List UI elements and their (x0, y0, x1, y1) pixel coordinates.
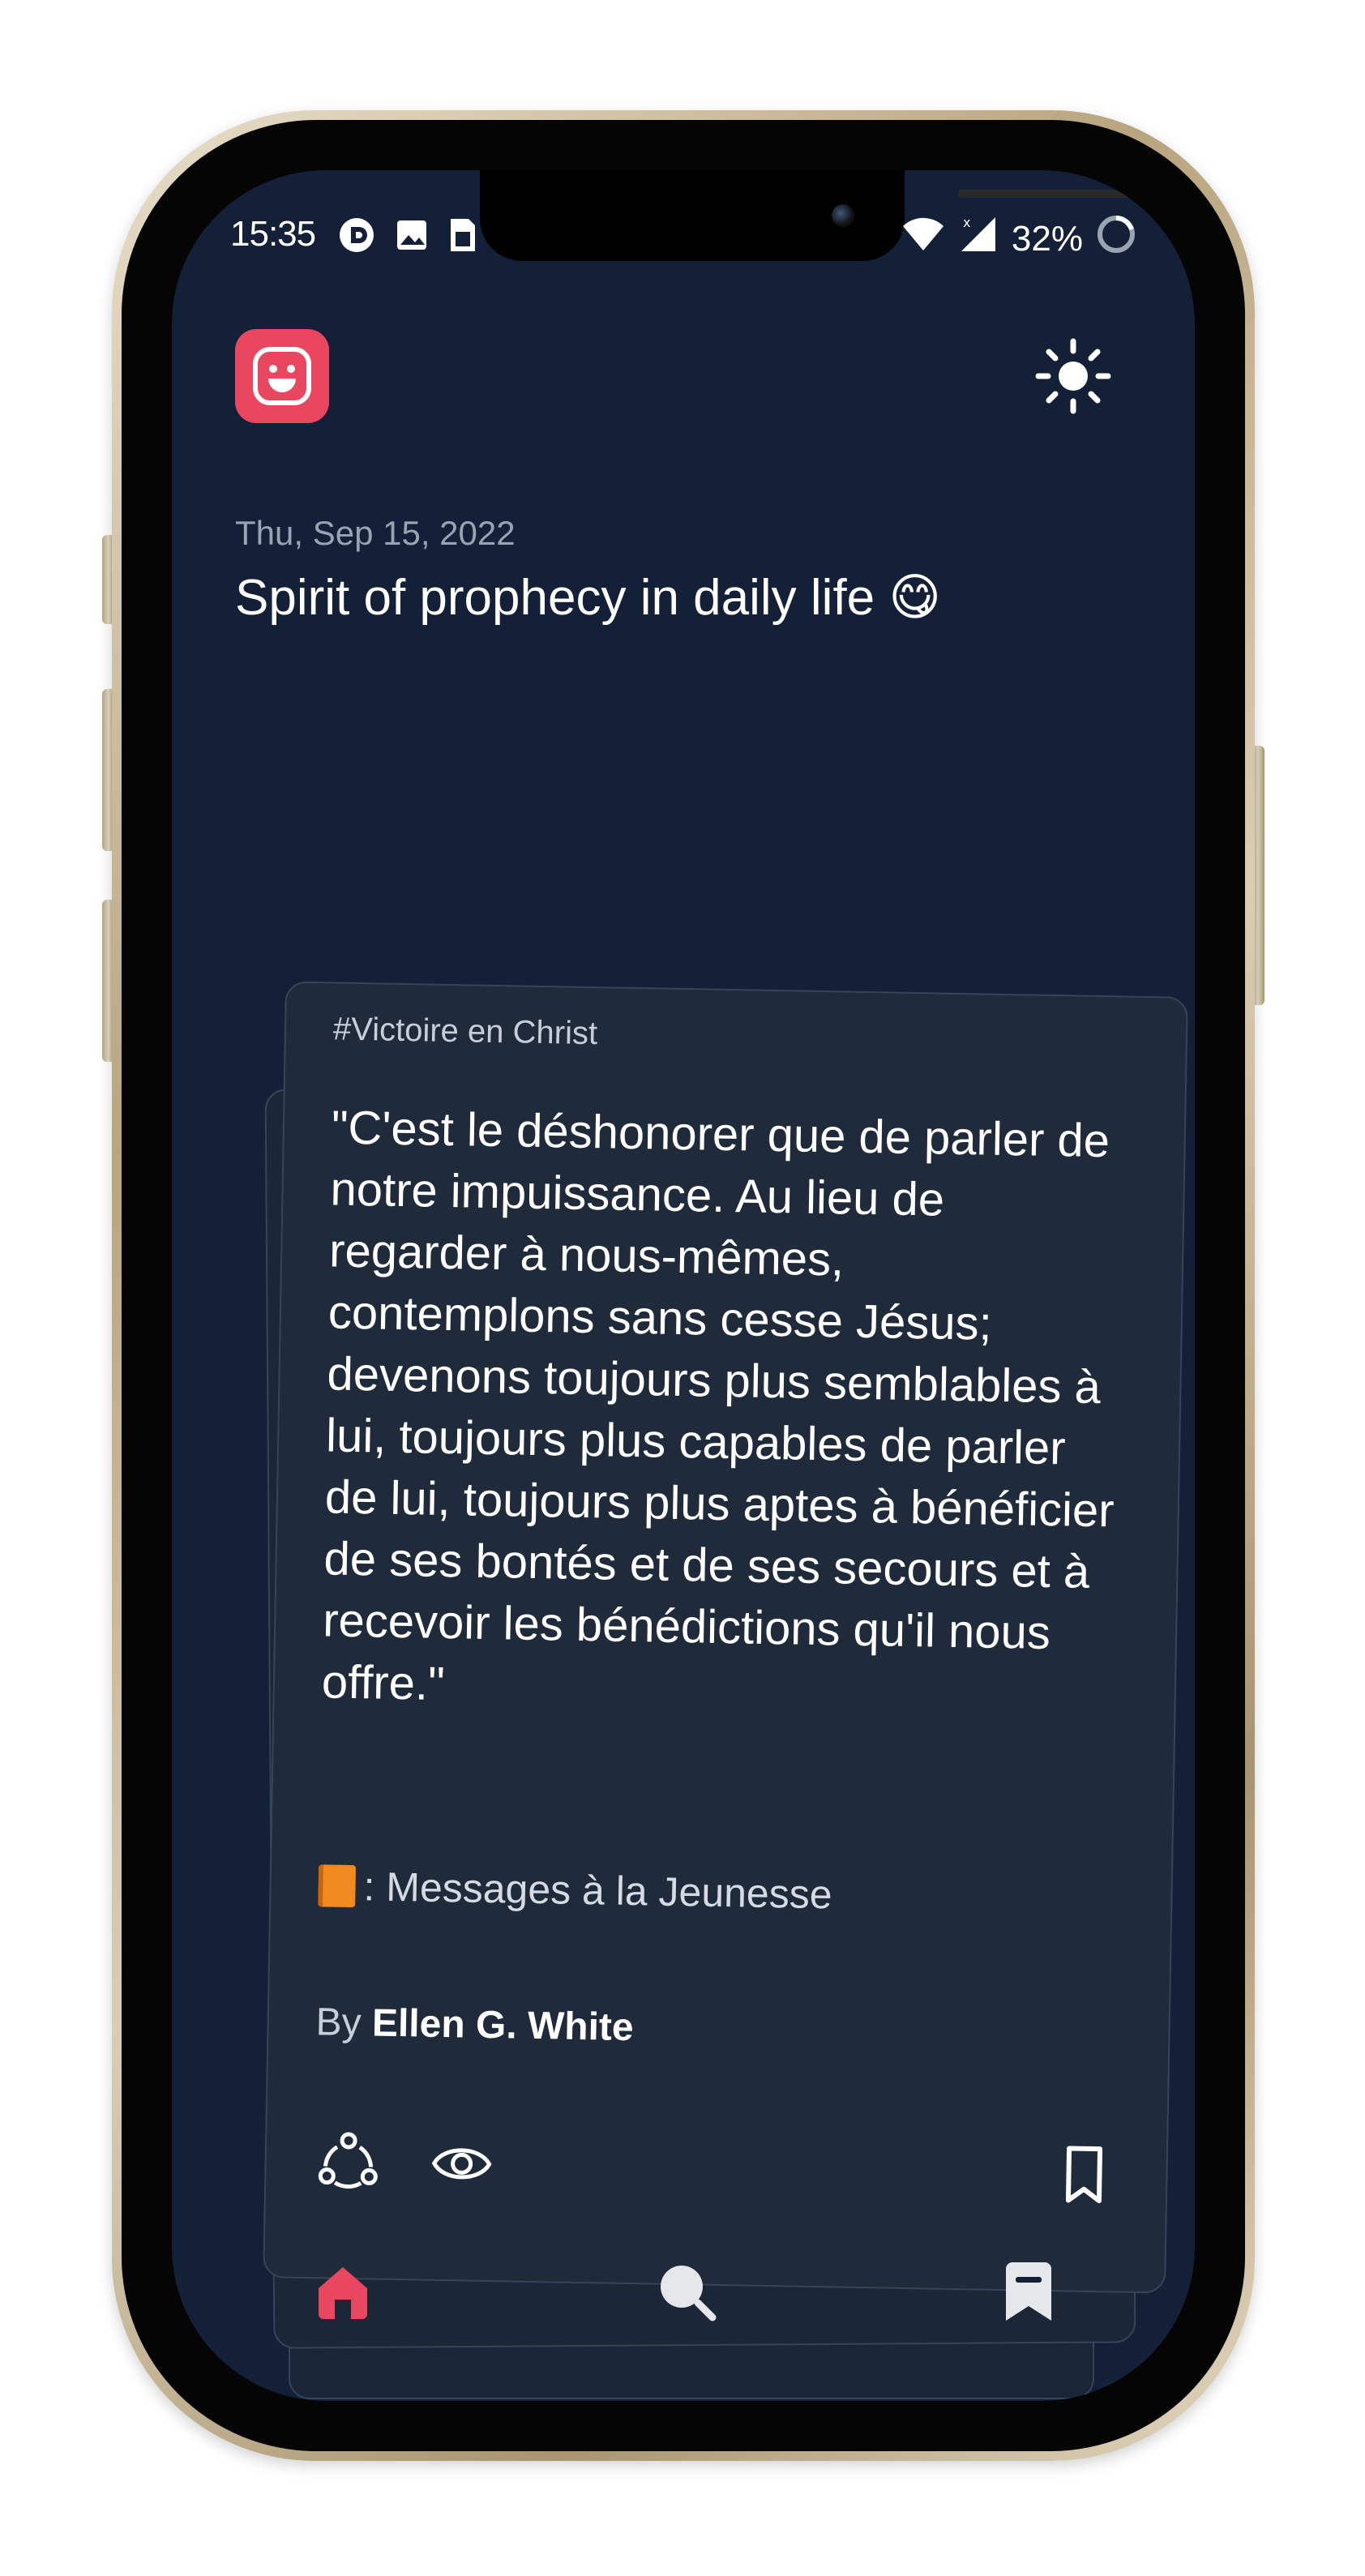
status-right-icons: x 32% (901, 214, 1136, 263)
bookmark-icon (1065, 2146, 1103, 2204)
quote-text: "C'est le déshonorer que de parler de no… (321, 1101, 1115, 1710)
bookmarks-icon (1006, 2262, 1051, 2321)
search-icon (661, 2266, 717, 2321)
phone-bezel: 15:35 x 32% Thu, Sep 15, 2022 Spirit of … (122, 120, 1245, 2451)
app-screen: 15:35 x 32% Thu, Sep 15, 2022 Spirit of … (172, 170, 1195, 2401)
sun-icon (1035, 338, 1111, 414)
wifi-icon (901, 216, 945, 261)
nav-search[interactable] (650, 2255, 723, 2328)
app-logo[interactable] (235, 329, 329, 423)
quote-card[interactable]: #Victoire en Christ "C'est le déshonorer… (263, 981, 1188, 2294)
quote-tag[interactable]: #Victoire en Christ (333, 1011, 598, 1052)
author-name: Ellen G. White (371, 2001, 635, 2050)
quote-author: By Ellen G. White (315, 2000, 634, 2050)
views-button[interactable] (426, 2129, 497, 2199)
share-icon (318, 2132, 378, 2189)
notification-icon (337, 216, 376, 263)
book-icon (318, 1864, 357, 1908)
theme-toggle-button[interactable] (1031, 334, 1115, 418)
status-notification-icons (337, 216, 478, 263)
page-title: Spirit of prophecy in daily life 😋 (235, 570, 942, 626)
bookmark-button[interactable] (1049, 2139, 1119, 2210)
card-actions (313, 2126, 1119, 2213)
quote-source-label: : Messages à la Jeunesse (363, 1864, 833, 1918)
earpiece-speaker (958, 190, 1145, 198)
author-prefix: By (315, 2000, 362, 2045)
signal-icon: x (958, 214, 999, 263)
battery-percentage: 32% (1011, 218, 1083, 259)
eye-icon (431, 2148, 492, 2180)
phone-frame: 15:35 x 32% Thu, Sep 15, 2022 Spirit of … (112, 110, 1255, 2461)
sim-icon (447, 216, 478, 263)
status-time: 15:35 (230, 214, 316, 254)
home-icon (319, 2267, 367, 2319)
smiley-face-icon (253, 347, 311, 405)
nav-home[interactable] (306, 2255, 379, 2328)
device-mockup: 15:35 x 32% Thu, Sep 15, 2022 Spirit of … (0, 0, 1365, 2576)
status-bar: 15:35 x 32% (230, 211, 1136, 259)
nav-bookmarks[interactable] (992, 2255, 1065, 2328)
bottom-navigation (172, 2247, 1195, 2344)
image-icon (394, 217, 430, 262)
share-button[interactable] (313, 2126, 383, 2197)
date-label: Thu, Sep 15, 2022 (235, 514, 516, 552)
battery-icon (1096, 214, 1136, 263)
quote-source: : Messages à la Jeunesse (318, 1862, 832, 1918)
svg-text:x: x (963, 215, 970, 230)
